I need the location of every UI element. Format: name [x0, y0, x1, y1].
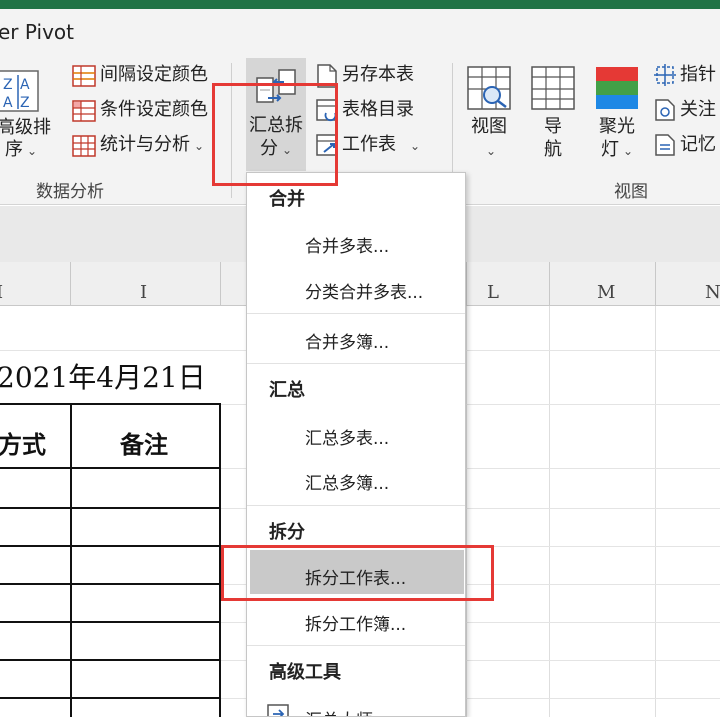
menu-section-merge: 合并: [269, 189, 305, 210]
save-sheet-label: 另存本表: [342, 64, 414, 85]
crosshair-icon: [654, 64, 676, 86]
sheet-date-title: 2021年4月21日: [0, 361, 206, 394]
menu-item-summary-master[interactable]: 汇总大师: [305, 706, 373, 716]
svg-text:A: A: [20, 77, 30, 93]
menu-item-merge-sheets[interactable]: 合并多表...: [305, 232, 389, 257]
table-header-method: 方式: [0, 431, 46, 459]
app-top-strip: [0, 0, 720, 9]
grid-condition-icon: [72, 100, 96, 122]
table-header-note: 备注: [120, 431, 168, 459]
window-title: er Pivot: [0, 20, 74, 44]
memory-label: 记忆: [680, 134, 716, 155]
follow-label: 关注: [680, 99, 716, 120]
worksheet-label: 工作表: [342, 134, 396, 155]
sort-label-line1: 高级排: [0, 117, 51, 138]
red-annotation-summarize-split: [212, 83, 338, 186]
menu-item-merge-workbooks[interactable]: 合并多簿...: [305, 328, 389, 353]
menu-item-summarize-sheets[interactable]: 汇总多表...: [305, 424, 389, 449]
summary-master-icon: [267, 704, 289, 716]
title-bar: er Pivot: [0, 9, 720, 53]
chevron-down-icon: ⌄: [622, 144, 634, 158]
grid-color-icon: [72, 65, 96, 87]
nav-label-line1: 导: [544, 116, 562, 137]
menu-item-category-merge-sheets[interactable]: 分类合并多表...: [305, 278, 423, 303]
follow-icon: [655, 99, 675, 121]
view-label: 视图: [471, 116, 507, 137]
column-header-l[interactable]: L: [487, 282, 499, 303]
menu-section-advanced-tools: 高级工具: [269, 662, 341, 683]
column-header-n[interactable]: N: [705, 282, 720, 303]
column-header-m[interactable]: M: [597, 282, 615, 303]
analysis-group-label: 数据分析: [36, 182, 104, 202]
spotlight-label-line1: 聚光: [599, 116, 635, 137]
view-grid-icon: [467, 66, 511, 110]
condition-color-label: 条件设定颜色: [100, 99, 208, 120]
grid-stats-icon: [72, 135, 96, 157]
view-group-label: 视图: [614, 182, 648, 202]
red-annotation-split-worksheet: [221, 545, 494, 601]
svg-text:Z: Z: [3, 77, 13, 93]
svg-text:Z: Z: [20, 95, 30, 111]
interval-color-label: 间隔设定颜色: [100, 64, 208, 85]
menu-section-split: 拆分: [269, 522, 305, 543]
column-header-i[interactable]: I: [140, 282, 147, 303]
pointer-label: 指针: [680, 64, 716, 85]
chevron-down-icon: ⌄: [485, 144, 497, 158]
chevron-down-icon: ⌄: [410, 139, 421, 153]
stats-analysis-label: 统计与分析: [100, 134, 190, 155]
memory-icon: [655, 134, 675, 156]
menu-item-split-workbook[interactable]: 拆分工作簿...: [305, 610, 406, 635]
menu-section-summary: 汇总: [269, 380, 305, 401]
menu-item-summarize-workbooks[interactable]: 汇总多簿...: [305, 469, 389, 494]
chevron-down-icon: ⌄: [194, 139, 205, 153]
chevron-down-icon: ⌄: [26, 144, 38, 158]
sort-az-icon: Z A A Z: [0, 70, 39, 112]
table-toc-label: 表格目录: [342, 99, 414, 120]
spotlight-label-line2: 灯: [600, 139, 619, 160]
sort-label-line2: 序: [4, 139, 23, 160]
column-header-cut[interactable]: I: [0, 282, 3, 303]
nav-grid-icon: [531, 66, 575, 110]
svg-text:A: A: [3, 95, 13, 111]
summarize-split-menu: 合并 合并多表... 分类合并多表... 合并多簿... 汇总 汇总多表... …: [246, 172, 466, 717]
nav-label-line2: 航: [544, 139, 562, 160]
spotlight-icon: [596, 67, 638, 109]
